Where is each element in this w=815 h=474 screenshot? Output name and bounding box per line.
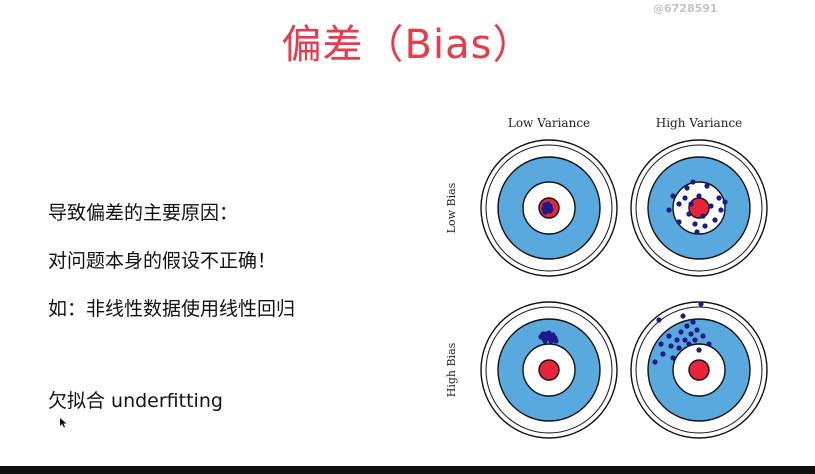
shot-point bbox=[690, 319, 696, 325]
target-high-bias-low-variance bbox=[480, 301, 618, 439]
shot-point bbox=[700, 213, 706, 219]
shot-point bbox=[670, 193, 676, 199]
shot-point bbox=[660, 351, 666, 357]
column-label-low-variance: Low Variance bbox=[508, 116, 590, 130]
bullseye bbox=[688, 359, 710, 381]
shot-point bbox=[678, 329, 684, 335]
shot-point bbox=[540, 331, 546, 337]
shot-point bbox=[666, 333, 672, 339]
shot-point bbox=[706, 341, 712, 347]
shot-point bbox=[656, 317, 662, 323]
shot-point bbox=[542, 338, 548, 344]
shot-point bbox=[684, 185, 690, 191]
shot-point bbox=[690, 179, 696, 185]
shot-point bbox=[682, 195, 688, 201]
shot-point bbox=[684, 323, 690, 329]
shot-point bbox=[688, 201, 694, 207]
shot-point bbox=[676, 219, 682, 225]
cause-example: 如：非线性数据使用线性回归 bbox=[48, 298, 296, 320]
shot-point bbox=[692, 221, 698, 227]
shot-point bbox=[694, 229, 700, 235]
target-high-bias-high-variance bbox=[630, 301, 768, 439]
row-label-low-bias: Low Bias bbox=[445, 182, 458, 233]
slide-title: 偏差（Bias） bbox=[281, 22, 534, 68]
shot-point bbox=[686, 211, 692, 217]
shot-point bbox=[716, 195, 722, 201]
shot-point bbox=[702, 223, 708, 229]
shot-point bbox=[666, 207, 672, 213]
shot-point bbox=[674, 337, 680, 343]
shot-point bbox=[704, 183, 710, 189]
underfitting-label: 欠拟合 underfitting bbox=[48, 390, 223, 412]
shot-point bbox=[700, 333, 706, 339]
shot-point bbox=[694, 327, 700, 333]
shot-point bbox=[658, 341, 664, 347]
shot-point bbox=[670, 355, 676, 361]
shot-point bbox=[676, 201, 682, 207]
shot-point bbox=[698, 301, 704, 307]
shot-point bbox=[696, 347, 702, 353]
shot-point bbox=[668, 343, 674, 349]
bullseye bbox=[688, 197, 710, 219]
bias-variance-targets: Low Variance High Variance Low Bias High… bbox=[445, 116, 768, 439]
shot-point bbox=[682, 337, 688, 343]
shot-point bbox=[548, 338, 554, 344]
shot-point bbox=[553, 338, 559, 344]
shot-point bbox=[547, 208, 553, 214]
shot-point bbox=[708, 203, 714, 209]
shot-point bbox=[696, 193, 702, 199]
column-label-high-variance: High Variance bbox=[656, 116, 743, 130]
shot-point bbox=[688, 331, 694, 337]
cause-heading: 导致偏差的主要原因： bbox=[48, 202, 239, 224]
target-low-bias-low-variance bbox=[480, 139, 618, 277]
target-low-bias-high-variance bbox=[630, 139, 768, 277]
shot-point bbox=[680, 313, 686, 319]
shot-point bbox=[692, 337, 698, 343]
shot-point bbox=[546, 330, 552, 336]
bottom-bar bbox=[0, 466, 815, 474]
shot-point bbox=[686, 341, 692, 347]
bullseye bbox=[538, 359, 560, 381]
cause-statement: 对问题本身的假设不正确！ bbox=[48, 250, 277, 272]
shot-point bbox=[722, 199, 728, 205]
row-label-high-bias: High Bias bbox=[445, 342, 458, 397]
shot-point bbox=[712, 217, 718, 223]
mouse-cursor-icon bbox=[60, 418, 67, 428]
shot-point bbox=[652, 359, 658, 365]
shot-point bbox=[718, 207, 724, 213]
shot-point bbox=[676, 345, 682, 351]
